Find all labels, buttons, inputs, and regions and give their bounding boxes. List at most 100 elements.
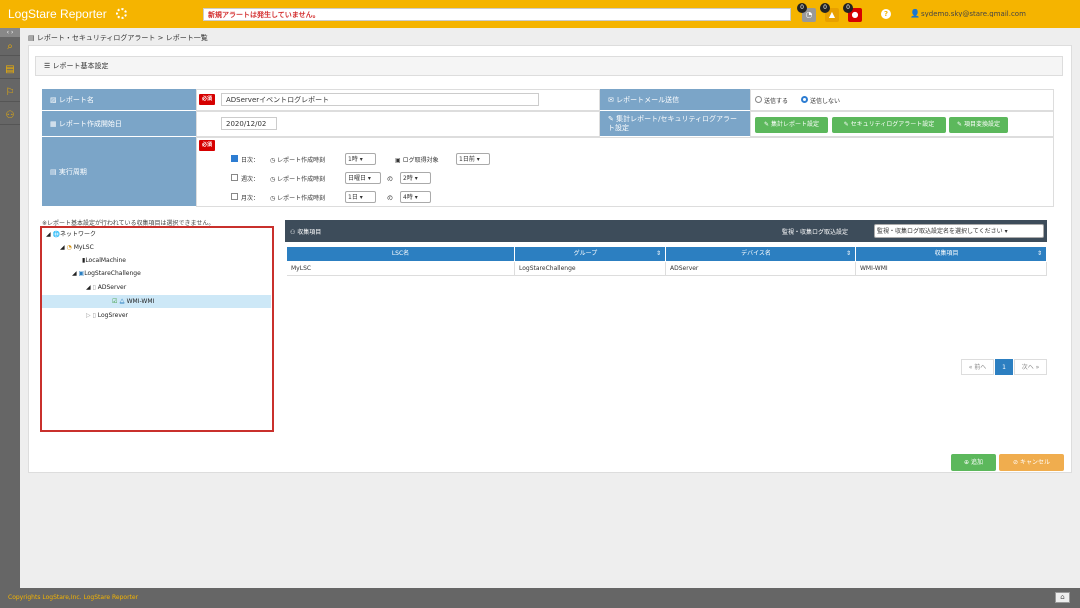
add-button-label[interactable]: 追加 [971,459,983,466]
weekly-day-select[interactable]: 日曜日 [345,172,381,184]
col-header-group-label[interactable]: グループ [574,250,598,257]
error-alert-count-badge: 0 [843,3,853,13]
breadcrumb-text[interactable]: レポート・セキュリティログアラート > レポート一覧 [37,34,208,42]
user-icon: 👤 [910,9,920,18]
item-convert-settings-button[interactable]: ✎ 項目変換設定 [949,117,1008,133]
monthly-checkbox[interactable] [231,193,238,200]
pagination-page-1[interactable]: 1 [995,359,1013,375]
tree-node-logstarechallenge[interactable]: ◢ ▣LogStareChallenge [72,268,141,280]
sidebar-report-icon[interactable]: ▤ [0,61,20,79]
security-alert-edit-icon: ✎ [843,121,851,128]
sort-icon[interactable]: ⇕ [1037,247,1046,261]
mail-nosend-radio[interactable] [801,96,808,103]
cancel-button-label[interactable]: キャンセル [1020,459,1050,466]
tree-node-adserver[interactable]: ◢ ▯ ADServer [86,282,126,294]
security-alert-settings-button[interactable]: ✎ セキュリティログアラート設定 [832,117,946,133]
tree-node-mylsc[interactable]: ◢ ◔ MyLSC [60,242,94,254]
weekly-hour-select[interactable]: 2時 [400,172,431,184]
mail-icon: ✉ [608,96,617,104]
report-name-input[interactable]: ADServerイベントログレポート [221,93,539,106]
col-header-device-label[interactable]: デバイス名 [741,250,771,257]
help-icon[interactable]: ? [881,9,891,19]
tree-node-network-label[interactable]: ネットワーク [60,231,96,238]
monthly-hour-select[interactable]: 4時 [400,191,431,203]
scroll-top-icon[interactable]: ⌂ [1055,592,1070,603]
tree-node-network[interactable]: ◢ 🌐ネットワーク [46,229,96,241]
cycle-icon: ▤ [50,168,59,176]
tree-node-adserver-label[interactable]: ADServer [98,284,126,291]
sidebar-users-icon[interactable]: ⚇ [0,107,20,125]
tree-node-logsrever-label[interactable]: LogSrever [98,312,128,319]
sidebar-search-icon[interactable]: ⌕ [0,38,20,56]
add-button[interactable]: ⊕ 追加 [951,454,996,471]
mail-send-cell [750,89,1054,111]
security-alert-settings-button-label[interactable]: セキュリティログアラート設定 [851,121,935,128]
device-tree-panel [40,226,274,432]
cancel-icon: ⊘ [1013,459,1020,466]
globe-icon: 🌐 [52,231,61,238]
weekly-create-time-text: レポート作成時刻 [277,176,326,183]
tree-node-logsrever[interactable]: ▷ ▯ LogSrever [86,310,128,322]
sort-icon[interactable]: ⇕ [846,247,855,261]
col-header-lsc-label[interactable]: LSC名 [392,250,409,257]
sort-icon[interactable]: ⇕ [656,247,665,261]
tree-node-wmi-selected-row[interactable] [42,295,271,308]
tree-node-localmachine-label[interactable]: LocalMachine [85,257,126,264]
sidebar-toggle-icon[interactable]: ‹ › [0,28,20,37]
start-date-input[interactable]: 2020/12/02 [221,117,277,130]
cell-lsc[interactable]: MyLSC [287,262,515,276]
tree-node-mylsc-label[interactable]: MyLSC [74,244,94,251]
monitor-setting-select[interactable]: 監視・収集ログ取込設定名を選択してください [874,224,1044,238]
start-date-label-text: レポート作成開始日 [58,120,122,128]
daily-checkbox[interactable] [231,155,238,162]
plus-icon: ⊕ [964,459,971,466]
pagination-next[interactable]: 次へ » [1014,359,1047,375]
col-header-collect-item-label[interactable]: 収集項目 [934,250,958,257]
calendar-icon: ▦ [50,120,59,128]
aggregate-report-settings-button-label[interactable]: 集計レポート設定 [771,121,819,128]
daily-hour-select[interactable]: 1時 [345,153,376,165]
breadcrumb-icon: ▤ [28,34,37,42]
mail-send-radio-label: 送信する [764,98,789,105]
cancel-button[interactable]: ⊘ キャンセル [999,454,1064,471]
footer [0,588,1080,608]
lsc-icon: ◔ [66,244,72,251]
cell-collect-item[interactable]: WMI-WMI [856,262,1047,276]
aggregate-settings-label-text: 集計レポート/セキュリティログアラート設定 [608,115,738,132]
item-convert-edit-icon: ✎ [957,121,964,128]
sidebar-alert-icon[interactable]: ⚐ [0,84,20,102]
mail-nosend-radio-label: 送信しない [810,98,841,105]
user-name[interactable]: sydemo.sky@stare.gmail.com [921,10,1061,17]
breadcrumb[interactable]: ▤ レポート・セキュリティログアラート > レポート一覧 [28,33,208,43]
weekly-checkbox[interactable] [231,174,238,181]
collection-items-title-text: 収集項目 [297,229,322,236]
cell-device[interactable]: ADServer [666,262,856,276]
col-header-lsc[interactable]: LSC名 [287,247,515,261]
tree-node-localmachine[interactable]: ▮LocalMachine [82,255,126,267]
monthly-create-time-text: レポート作成時刻 [277,195,326,202]
logo-gear-icon [116,8,127,19]
app-title[interactable]: LogStare Reporter [8,7,107,21]
mail-send-radio[interactable] [755,96,762,103]
tree-node-logstarechallenge-label[interactable]: LogStareChallenge [84,270,141,277]
col-header-device[interactable]: デバイス名 ⇕ [666,247,856,261]
tree-node-wmi-label[interactable]: WMI-WMI [127,298,155,305]
start-date-label: ▦ レポート作成開始日 [42,111,196,137]
report-name-required-badge: 必須 [199,94,215,105]
alert-message-bar[interactable]: 新規アラートは発生していません。 [203,8,791,21]
check-icon: ☑ [112,298,118,305]
aggregate-report-settings-button[interactable]: ✎ 集計レポート設定 [755,117,828,133]
tree-node-wmi[interactable]: ☑ ⧋ WMI-WMI [112,296,154,308]
log-target-icon: ▣ [395,157,403,164]
wmi-icon: ⧋ [119,298,125,305]
monthly-of-label: の [387,195,394,202]
col-header-group[interactable]: グループ ⇕ [515,247,666,261]
pagination-prev[interactable]: « 前へ [961,359,994,375]
daily-target-select[interactable]: 1日前 [456,153,490,165]
report-name-label-text: レポート名 [58,96,94,104]
col-header-collect-item[interactable]: 収集項目 ⇕ [856,247,1047,261]
monthly-day-select[interactable]: 1日 [345,191,376,203]
item-convert-settings-button-label[interactable]: 項目変換設定 [964,121,1000,128]
report-name-label: ▨ レポート名 [42,89,196,111]
cell-group[interactable]: LogStareChallenge [515,262,666,276]
